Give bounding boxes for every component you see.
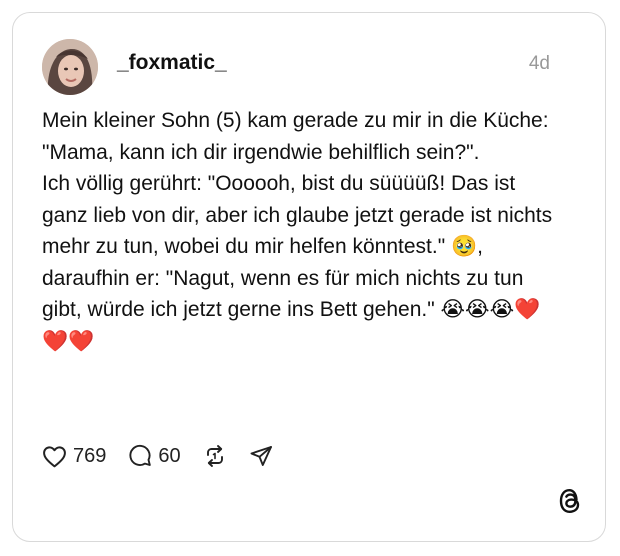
post-actions: 769 60 [42,442,295,470]
speech-bubble-icon [128,444,152,468]
avatar-image [42,39,98,95]
heart-icon [42,445,67,468]
post-text: Mein kleiner Sohn (5) kam gerade zu mir … [42,109,553,353]
post-time: 4d [528,53,550,74]
repost-icon [203,444,227,468]
comment-count: 60 [158,444,181,467]
post-card: _foxmatic_ 4d Mein kleiner Sohn (5) kam … [12,12,606,542]
comment-button[interactable]: 60 [128,444,181,468]
repost-button[interactable] [203,444,227,468]
like-count: 769 [73,444,107,467]
send-icon [249,444,273,468]
threads-logo-icon[interactable] [557,487,583,515]
avatar[interactable] [42,39,98,95]
like-button[interactable]: 769 [42,445,106,468]
share-button[interactable] [249,444,273,468]
username[interactable]: _foxmatic_ [117,51,227,75]
